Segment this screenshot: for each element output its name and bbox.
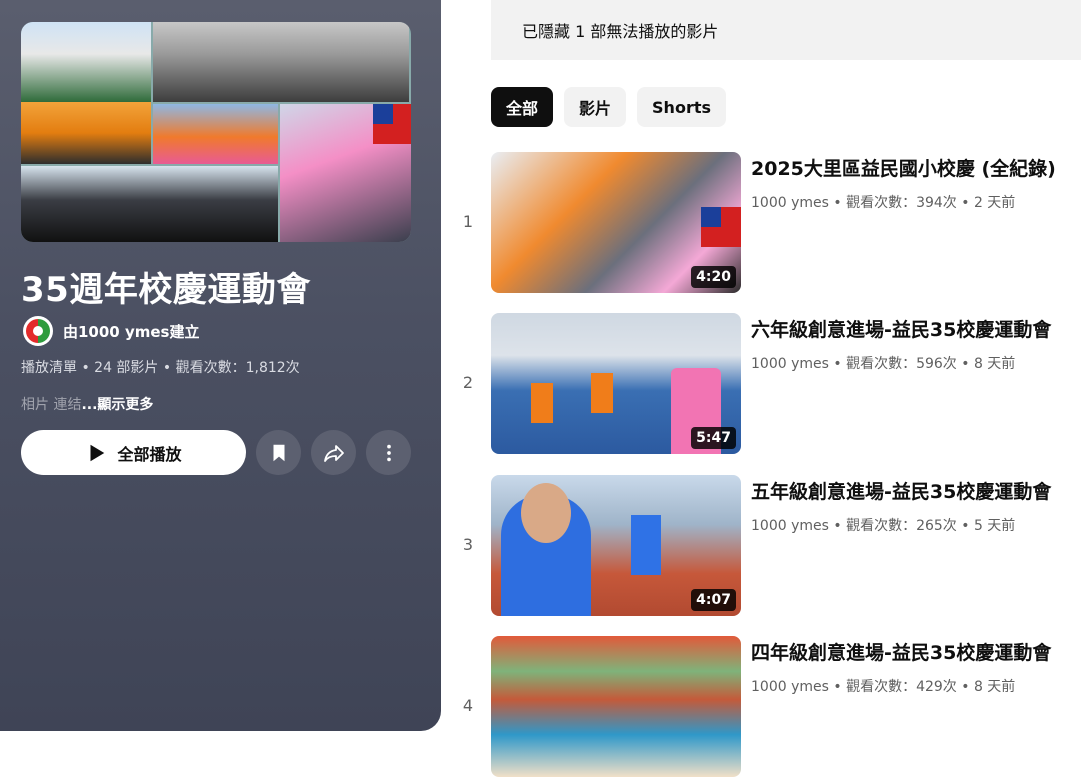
video-duration: 4:20 <box>691 266 736 288</box>
show-more-link[interactable]: ...顯示更多 <box>81 397 153 413</box>
video-index: 2 <box>462 373 474 392</box>
filter-chips: 全部 影片 Shorts <box>491 87 726 127</box>
playlist-video-item[interactable]: 4 四年級創意進場-益民35校慶運動會 1000 ymes • 觀看次數：429… <box>455 636 1081 777</box>
video-thumbnail[interactable]: 5:47 <box>491 313 741 454</box>
hidden-videos-banner: 已隱藏 1 部無法播放的影片 <box>491 0 1081 60</box>
cover-tile <box>21 166 278 242</box>
bookmark-icon <box>273 444 284 461</box>
share-button[interactable] <box>311 430 356 475</box>
cover-tile <box>153 104 278 164</box>
video-duration: 5:47 <box>691 427 736 449</box>
playlist-description: 相片 連结...顯示更多 <box>21 394 153 414</box>
cover-tile <box>21 22 151 102</box>
playlist-actions: 全部播放 <box>21 430 411 475</box>
share-icon <box>323 444 344 462</box>
cover-tile <box>21 102 151 164</box>
playlist-meta: 播放清單 • 24 部影片 • 觀看次數：1,812次 <box>21 360 300 376</box>
video-meta: 1000 ymes • 觀看次數：265次 • 5 天前 <box>751 518 1016 534</box>
flag-icon <box>373 104 411 144</box>
chip-videos[interactable]: 影片 <box>564 87 627 127</box>
more-vert-icon <box>386 444 391 461</box>
play-icon <box>90 444 105 461</box>
play-all-button[interactable]: 全部播放 <box>21 430 246 475</box>
video-title[interactable]: 四年級創意進場-益民35校慶運動會 <box>751 638 1051 665</box>
description-text: 相片 連结 <box>21 397 82 413</box>
creator-avatar[interactable] <box>23 316 53 346</box>
chip-all[interactable]: 全部 <box>491 87 554 127</box>
playlist-video-item[interactable]: 3 4:07 五年級創意進場-益民35校慶運動會 1000 ymes • 觀看次… <box>455 475 1081 616</box>
video-meta: 1000 ymes • 觀看次數：596次 • 8 天前 <box>751 356 1016 372</box>
video-thumbnail[interactable]: 4:20 <box>491 152 741 293</box>
playlist-video-item[interactable]: 1 4:20 2025大里區益民國小校慶 (全紀錄) 1000 ymes • 觀… <box>455 152 1081 293</box>
cover-tile <box>153 22 409 102</box>
video-meta: 1000 ymes • 觀看次數：394次 • 2 天前 <box>751 195 1016 211</box>
video-thumbnail[interactable]: 4:07 <box>491 475 741 616</box>
creator-row[interactable]: 由1000 ymes建立 <box>23 316 199 346</box>
playlist-cover-image[interactable] <box>21 22 411 242</box>
chip-shorts[interactable]: Shorts <box>637 87 726 127</box>
video-meta: 1000 ymes • 觀看次數：429次 • 8 天前 <box>751 679 1016 695</box>
video-title[interactable]: 六年級創意進場-益民35校慶運動會 <box>751 315 1051 342</box>
hidden-videos-text: 已隱藏 1 部無法播放的影片 <box>522 22 719 41</box>
video-index: 1 <box>462 212 474 231</box>
save-playlist-button[interactable] <box>256 430 301 475</box>
video-title[interactable]: 2025大里區益民國小校慶 (全紀錄) <box>751 154 1056 181</box>
video-duration: 4:07 <box>691 589 736 611</box>
play-all-label: 全部播放 <box>117 444 182 464</box>
video-thumbnail[interactable] <box>491 636 741 777</box>
playlist-title: 35週年校慶運動會 <box>21 270 311 310</box>
video-index: 4 <box>462 696 474 715</box>
more-options-button[interactable] <box>366 430 411 475</box>
video-title[interactable]: 五年級創意進場-益民35校慶運動會 <box>751 477 1051 504</box>
video-index: 3 <box>462 535 474 554</box>
creator-name[interactable]: 由1000 ymes建立 <box>63 321 199 342</box>
playlist-video-item[interactable]: 2 5:47 六年級創意進場-益民35校慶運動會 1000 ymes • 觀看次… <box>455 313 1081 454</box>
playlist-header-panel: 35週年校慶運動會 由1000 ymes建立 播放清單 • 24 部影片 • 觀… <box>0 0 441 731</box>
